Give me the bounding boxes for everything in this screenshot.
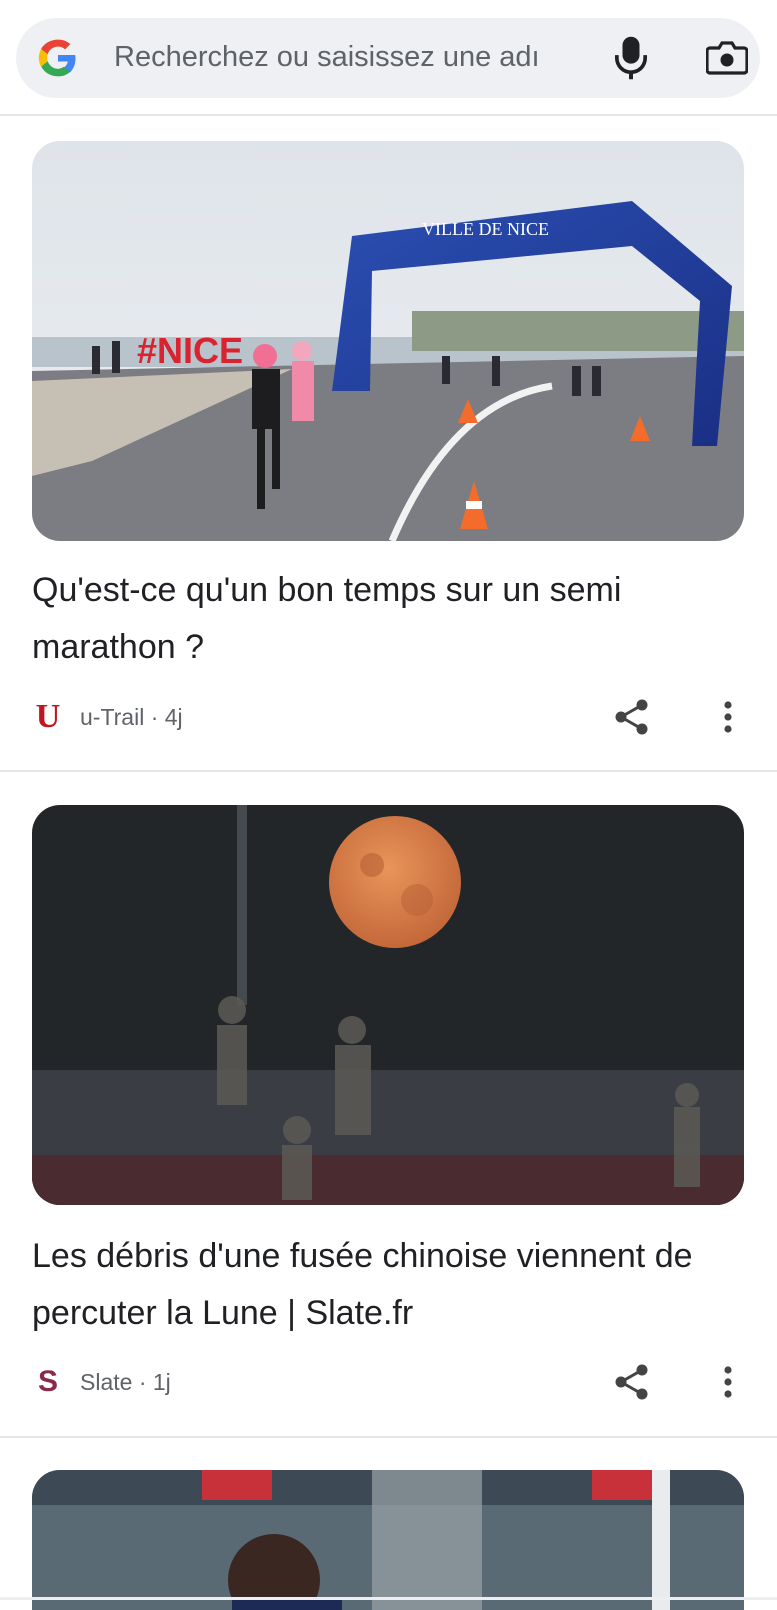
article-image[interactable]: VILLE DE NICE #NICE	[32, 141, 744, 541]
more-options-icon[interactable]	[716, 697, 740, 737]
article-meta: U u-Trail · 4j	[32, 697, 744, 737]
search-bar[interactable]: Recherchez ou saisissez une adı	[16, 18, 760, 98]
card-divider	[0, 1436, 777, 1438]
article-image[interactable]	[32, 805, 744, 1205]
article-meta: S Slate · 1j	[32, 1362, 744, 1402]
moon-over-stadium-photo	[32, 805, 744, 1205]
article-headline[interactable]: Qu'est-ce qu'un bon temps sur un semi ma…	[32, 562, 744, 676]
source-label: Slate · 1j	[80, 1369, 171, 1395]
svg-text:#NICE: #NICE	[137, 330, 243, 371]
card-divider	[0, 770, 777, 772]
search-input[interactable]: Recherchez ou saisissez une adı	[114, 41, 584, 74]
header-divider	[0, 114, 777, 116]
article-headline[interactable]: Les débris d'une fusée chinoise viennent…	[32, 1228, 744, 1342]
source-label: u-Trail · 4j	[80, 704, 183, 730]
svg-text:VILLE DE NICE: VILLE DE NICE	[422, 219, 549, 239]
microphone-icon[interactable]	[614, 35, 648, 81]
google-logo-icon	[38, 39, 76, 77]
share-icon[interactable]	[612, 697, 652, 737]
more-options-icon[interactable]	[716, 1362, 740, 1402]
football-player-photo	[32, 1470, 744, 1610]
source-logo: S	[37, 1365, 58, 1398]
article-image[interactable]	[32, 1470, 744, 1610]
source-logo: U	[35, 698, 61, 735]
share-icon[interactable]	[612, 1362, 652, 1402]
lens-camera-icon[interactable]	[706, 40, 748, 76]
nice-half-marathon-photo: VILLE DE NICE #NICE	[32, 141, 744, 541]
